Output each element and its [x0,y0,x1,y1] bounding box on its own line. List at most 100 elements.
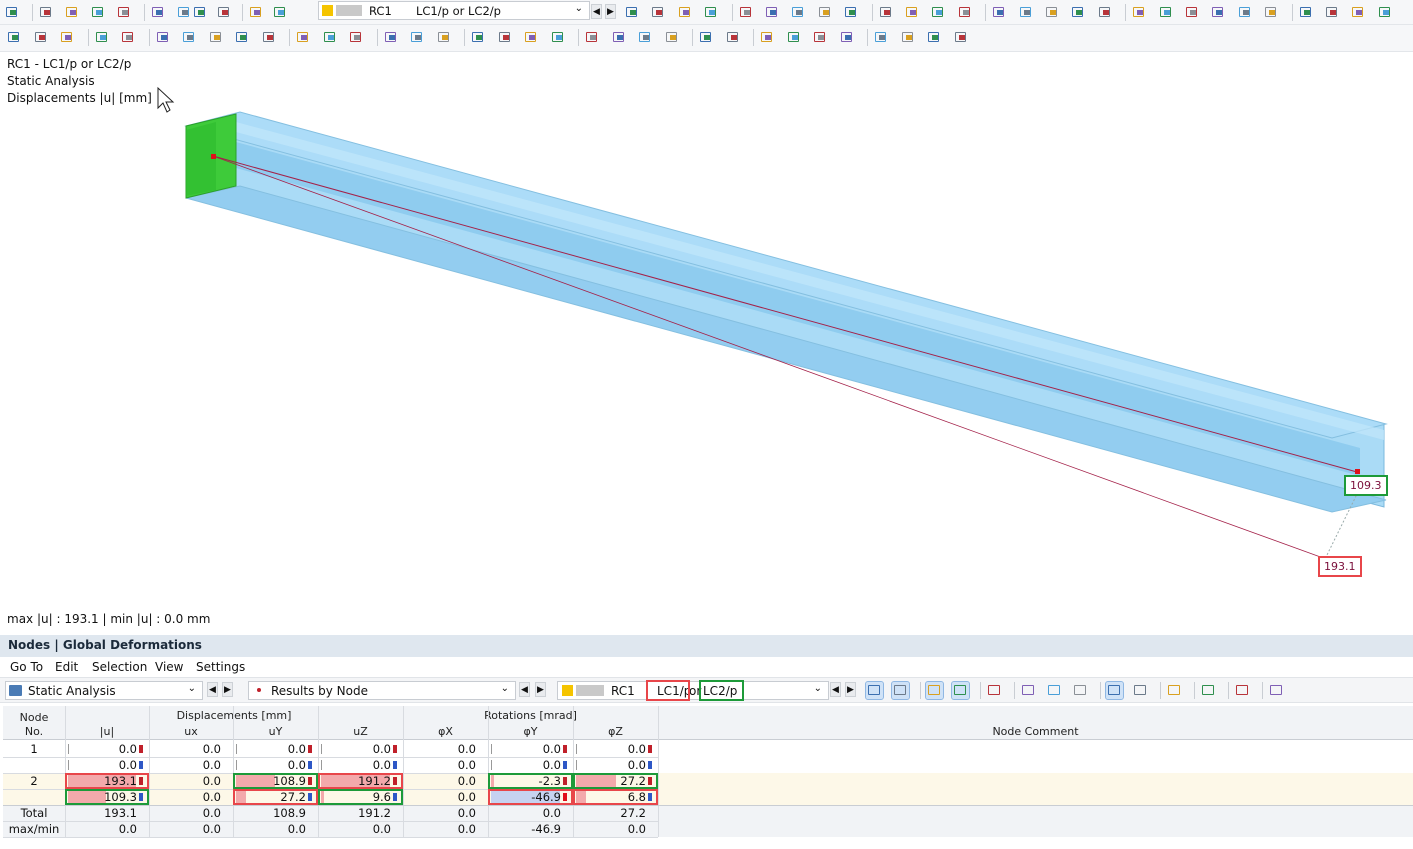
deformation-icon[interactable] [790,4,807,21]
menu-edit[interactable]: Edit [55,660,78,674]
analysis-combo[interactable]: Static Analysis ⌄ [5,681,203,700]
spring-icon[interactable] [523,29,540,46]
solid-icon[interactable] [843,4,860,21]
load-case-color-icon[interactable] [624,4,641,21]
arrow-icon[interactable] [470,29,487,46]
grid-icon[interactable] [1132,682,1149,699]
load-case-combo[interactable]: RC1 LC1/p or LC2/p ⌄ [318,1,590,20]
menu-selection[interactable]: Selection [92,660,147,674]
eye-icon[interactable] [925,681,944,700]
box-icon[interactable] [1044,4,1061,21]
member-grid-icon[interactable] [155,29,172,46]
marker-icon[interactable] [664,29,681,46]
menu-settings[interactable]: Settings [196,660,245,674]
prev-icon[interactable] [650,4,667,21]
numbering-icon[interactable] [764,4,781,21]
axis-x-icon[interactable] [1131,4,1148,21]
eye-icon[interactable] [904,4,921,21]
camera2-icon[interactable] [953,29,970,46]
document-icon[interactable] [150,4,167,21]
export-icon[interactable] [1166,682,1183,699]
menu-view[interactable]: View [155,660,183,674]
pin-icon[interactable] [234,29,251,46]
flip-icon[interactable] [900,29,917,46]
table-a-icon[interactable] [1020,682,1037,699]
line-select-icon[interactable] [192,4,209,21]
wave-icon[interactable] [550,29,567,46]
case-next-button[interactable]: ▶ [845,682,856,697]
color-scale-icon[interactable] [698,29,715,46]
columns-icon[interactable] [1105,681,1124,700]
spark-icon[interactable] [94,29,111,46]
menu-goto[interactable]: Go To [10,660,43,674]
results-prev-button[interactable]: ◀ [519,682,530,697]
section-frame-icon[interactable] [348,29,365,46]
next-icon[interactable] [677,4,694,21]
tree-icon[interactable] [986,682,1003,699]
deform-shape-icon[interactable] [383,29,400,46]
console-icon[interactable] [90,4,107,21]
line-icon[interactable] [497,29,514,46]
selection-icon[interactable] [216,4,233,21]
grid-icon[interactable] [878,4,895,21]
result-values-icon[interactable] [930,4,947,21]
scale-icon[interactable] [1324,4,1341,21]
solid-box-icon[interactable] [436,29,453,46]
display-modes-icon[interactable] [4,4,21,21]
result-label-lc1[interactable]: 193.1 [1318,556,1362,577]
beam-icon[interactable] [1298,4,1315,21]
help-icon[interactable] [1268,682,1285,699]
section-view-icon[interactable] [322,29,339,46]
member-3d-icon[interactable] [181,29,198,46]
numbering-xx-icon[interactable] [817,4,834,21]
target-icon[interactable] [759,29,776,46]
select-icon[interactable] [865,681,884,700]
coord-icon[interactable] [208,29,225,46]
axis-y-icon[interactable] [1158,4,1175,21]
decimals-icon[interactable] [1234,682,1251,699]
section-icon[interactable] [991,4,1008,21]
release-icon[interactable] [584,29,601,46]
house-icon[interactable] [1350,4,1367,21]
report-icon[interactable] [64,4,81,21]
cube-icon[interactable] [812,29,829,46]
copy-icon[interactable] [248,4,265,21]
rotate-icon[interactable] [839,29,856,46]
filter-icon[interactable] [1200,682,1217,699]
values-icon[interactable] [951,681,970,700]
script-icon[interactable] [116,4,133,21]
case-combo[interactable]: RC1 LC1/p or LC2/p ⌄ [557,681,829,700]
paste-icon[interactable] [272,4,289,21]
table-c-icon[interactable] [1072,682,1089,699]
stiffener-icon[interactable] [611,29,628,46]
member-icon[interactable] [120,29,137,46]
prev-case-button[interactable]: ◀ [591,4,602,19]
pen-icon[interactable] [637,29,654,46]
table-b-icon[interactable] [1046,682,1063,699]
axis-minus-x-icon[interactable] [1210,4,1227,21]
dock-icon[interactable] [957,4,974,21]
navigator-icon[interactable] [176,4,193,21]
box-arrow-icon[interactable] [1097,4,1114,21]
axis-z-icon[interactable] [1184,4,1201,21]
diamond-icon[interactable] [786,29,803,46]
funnel-icon[interactable] [261,29,278,46]
plane-icon[interactable] [1263,4,1280,21]
surface-icon[interactable] [409,29,426,46]
results-next-button[interactable]: ▶ [535,682,546,697]
close-icon[interactable] [926,29,943,46]
pick-icon[interactable] [891,681,910,700]
camera-icon[interactable] [6,29,23,46]
model-view[interactable]: RC1 - LC1/p or LC2/p Static Analysis Dis… [0,52,1413,634]
analysis-next-button[interactable]: ▶ [222,682,233,697]
box-open-icon[interactable] [1070,4,1087,21]
rect-select-icon[interactable] [295,29,312,46]
settings-icon[interactable] [1377,4,1394,21]
next-case-button[interactable]: ▶ [605,4,616,19]
mirror-icon[interactable] [873,29,890,46]
zoom-icon[interactable] [1018,4,1035,21]
case-prev-button[interactable]: ◀ [830,682,841,697]
pointer-icon[interactable] [59,29,76,46]
results-combo[interactable]: Results by Node ⌄ [248,681,516,700]
analysis-prev-button[interactable]: ◀ [207,682,218,697]
